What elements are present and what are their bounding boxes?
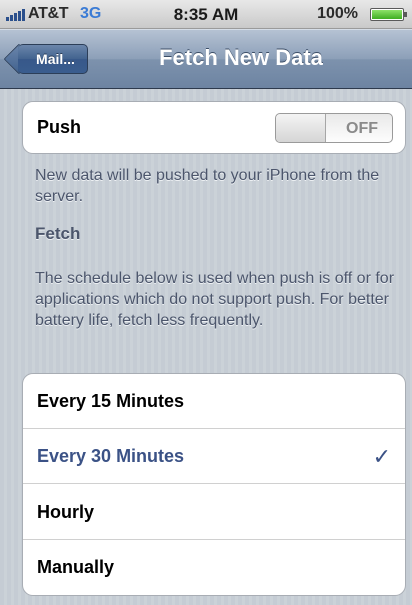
- option-label: Every 15 Minutes: [37, 391, 185, 411]
- battery-icon: [370, 8, 407, 21]
- push-toggle[interactable]: OFF: [275, 113, 393, 143]
- push-description: New data will be pushed to your iPhone f…: [35, 167, 380, 205]
- push-setting-group: Push OFF: [22, 101, 406, 154]
- fetch-section-title: Fetch: [35, 224, 81, 243]
- battery-percentage: 100%: [317, 5, 358, 22]
- fetch-description: The schedule below is used when push is …: [35, 270, 395, 329]
- back-button[interactable]: Mail...: [18, 44, 88, 74]
- option-every-30-minutes[interactable]: Every 30 Minutes ✓: [23, 429, 405, 484]
- navigation-bar: Mail... Fetch New Data: [0, 29, 412, 89]
- status-bar: AT&T 3G 8:35 AM 100%: [0, 0, 412, 29]
- checkmark-icon: ✓: [372, 444, 391, 469]
- option-hourly[interactable]: Hourly: [23, 485, 405, 540]
- option-label: Every 30 Minutes: [37, 446, 185, 466]
- option-label: Hourly: [37, 502, 95, 522]
- push-label: Push: [37, 117, 82, 137]
- toggle-knob[interactable]: [276, 114, 326, 142]
- option-label: Manually: [37, 557, 115, 577]
- option-manually[interactable]: Manually: [23, 540, 405, 595]
- fetch-options-list: Every 15 Minutes Every 30 Minutes ✓ Hour…: [22, 373, 406, 596]
- option-every-15-minutes[interactable]: Every 15 Minutes: [23, 374, 405, 429]
- toggle-state-label: OFF: [346, 120, 378, 137]
